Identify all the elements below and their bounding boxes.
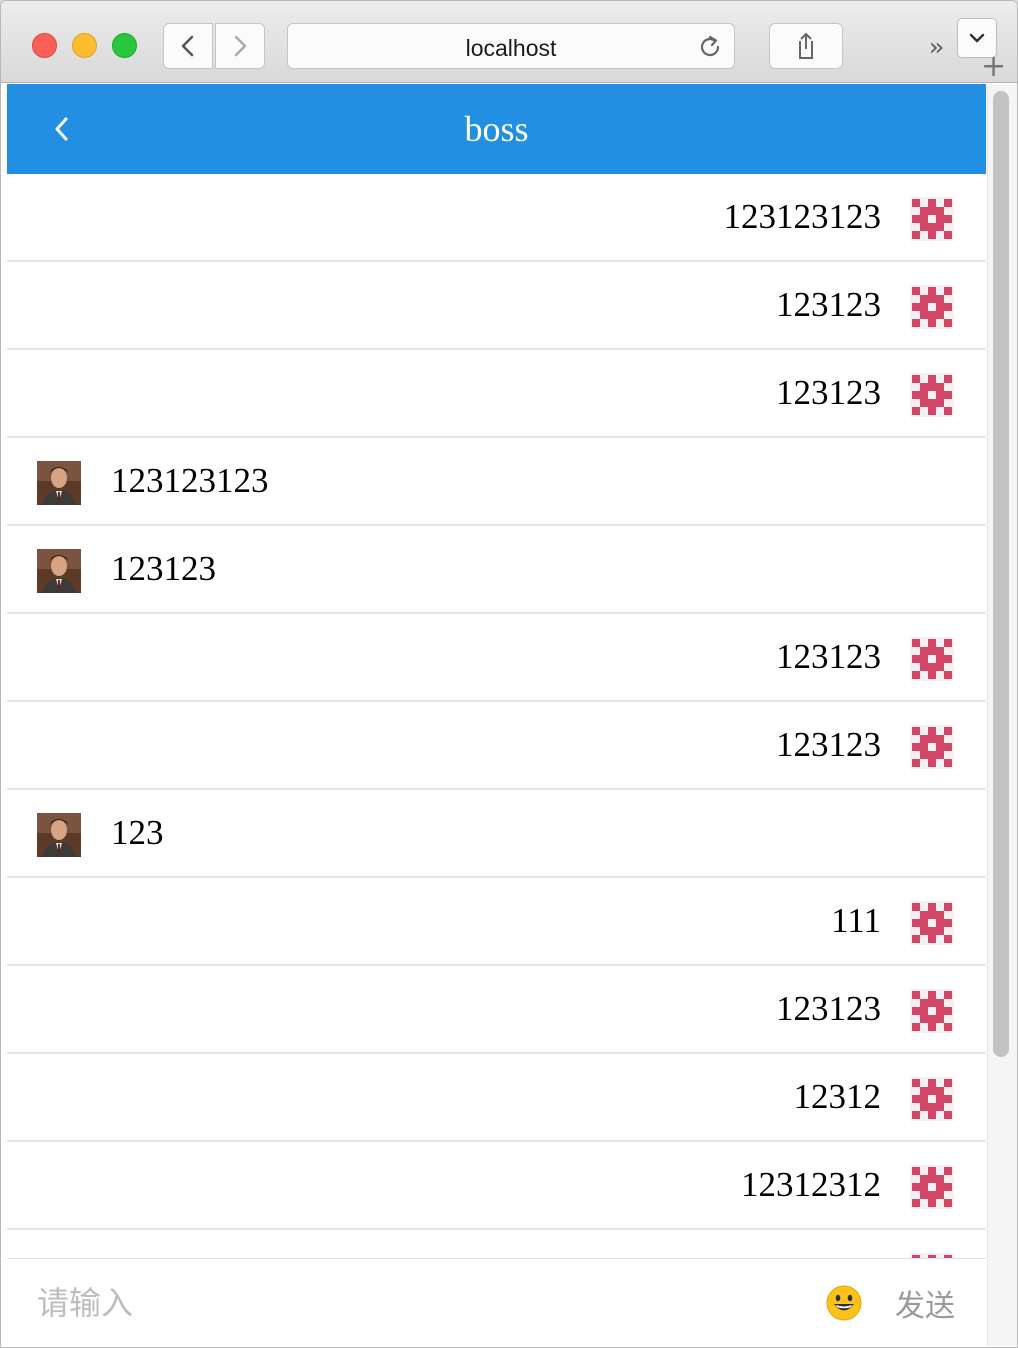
- chat-page: boss 123123123 123123 123123 123123123 123…: [7, 84, 986, 1346]
- received-message-row: 123123: [7, 526, 986, 614]
- scrollbar-thumb[interactable]: [993, 91, 1009, 1057]
- sent-message-row: 123123: [7, 350, 986, 438]
- toolbar-overflow-icon[interactable]: ››: [929, 33, 944, 61]
- identicon-avatar[interactable]: [910, 725, 954, 769]
- sent-message-row: 123123: [7, 262, 986, 350]
- received-message-row: 123123123: [7, 438, 986, 526]
- identicon-avatar[interactable]: [910, 901, 954, 945]
- new-tab-icon[interactable]: +: [981, 49, 1006, 84]
- message-text: 123123123: [111, 461, 269, 500]
- message-text: 123123: [776, 285, 881, 324]
- message-input[interactable]: [37, 1277, 797, 1329]
- identicon-avatar[interactable]: [910, 373, 954, 417]
- message-text: 12312312: [741, 1165, 881, 1204]
- input-bar: 发送: [7, 1258, 986, 1346]
- chevron-right-icon: [234, 35, 247, 57]
- address-url: localhost: [465, 35, 557, 61]
- identicon-avatar[interactable]: [910, 989, 954, 1033]
- identicon-avatar[interactable]: [910, 1165, 954, 1209]
- message-text: 123123: [776, 725, 881, 764]
- message-text: 123123: [776, 373, 881, 412]
- message-text: 123123: [776, 989, 881, 1028]
- chevron-left-icon: [181, 35, 194, 57]
- minimize-window-button[interactable]: [72, 33, 97, 58]
- browser-forward-button[interactable]: [215, 23, 265, 69]
- received-message-row: 123: [7, 790, 986, 878]
- sent-message-row: 111: [7, 878, 986, 966]
- portrait-avatar[interactable]: [37, 549, 81, 593]
- sent-message-row: 12312312: [7, 1142, 986, 1230]
- portrait-avatar[interactable]: [37, 461, 81, 505]
- message-text: 123123: [111, 549, 216, 588]
- identicon-avatar[interactable]: [910, 1077, 954, 1121]
- chevron-down-icon: [969, 33, 985, 43]
- browser-back-button[interactable]: [163, 23, 213, 69]
- send-button[interactable]: 发送: [895, 1281, 955, 1325]
- browser-window: localhost ›› + boss 123123123 123123 123…: [0, 0, 1018, 1348]
- message-text: 123: [111, 813, 164, 852]
- browser-toolbar: localhost ›› +: [1, 1, 1017, 84]
- message-text: 123123: [776, 637, 881, 676]
- close-window-button[interactable]: [32, 33, 57, 58]
- nav-header: boss: [7, 84, 986, 174]
- share-button[interactable]: [769, 23, 843, 69]
- message-text: 123123123: [723, 197, 882, 236]
- message-text: 12312: [793, 1077, 882, 1116]
- chat-title: boss: [464, 109, 529, 149]
- message-text: 111: [831, 901, 881, 940]
- emoji-icon[interactable]: [825, 1284, 863, 1322]
- sent-message-row: 123123123: [7, 174, 986, 262]
- zoom-window-button[interactable]: [112, 33, 137, 58]
- identicon-avatar[interactable]: [910, 637, 954, 681]
- portrait-avatar[interactable]: [37, 813, 81, 857]
- share-icon: [799, 32, 813, 59]
- sent-message-row: 123123: [7, 614, 986, 702]
- sent-message-row: 123123: [7, 702, 986, 790]
- message-list[interactable]: 123123123 123123 123123 123123123 123123 12…: [7, 174, 986, 1258]
- identicon-avatar[interactable]: [910, 285, 954, 329]
- sent-message-row: 123123: [7, 966, 986, 1054]
- identicon-avatar[interactable]: [910, 197, 954, 241]
- address-bar[interactable]: localhost: [287, 23, 735, 69]
- sent-message-row: 12312: [7, 1054, 986, 1142]
- sent-message-row: [7, 1230, 986, 1258]
- reload-icon[interactable]: [696, 33, 724, 61]
